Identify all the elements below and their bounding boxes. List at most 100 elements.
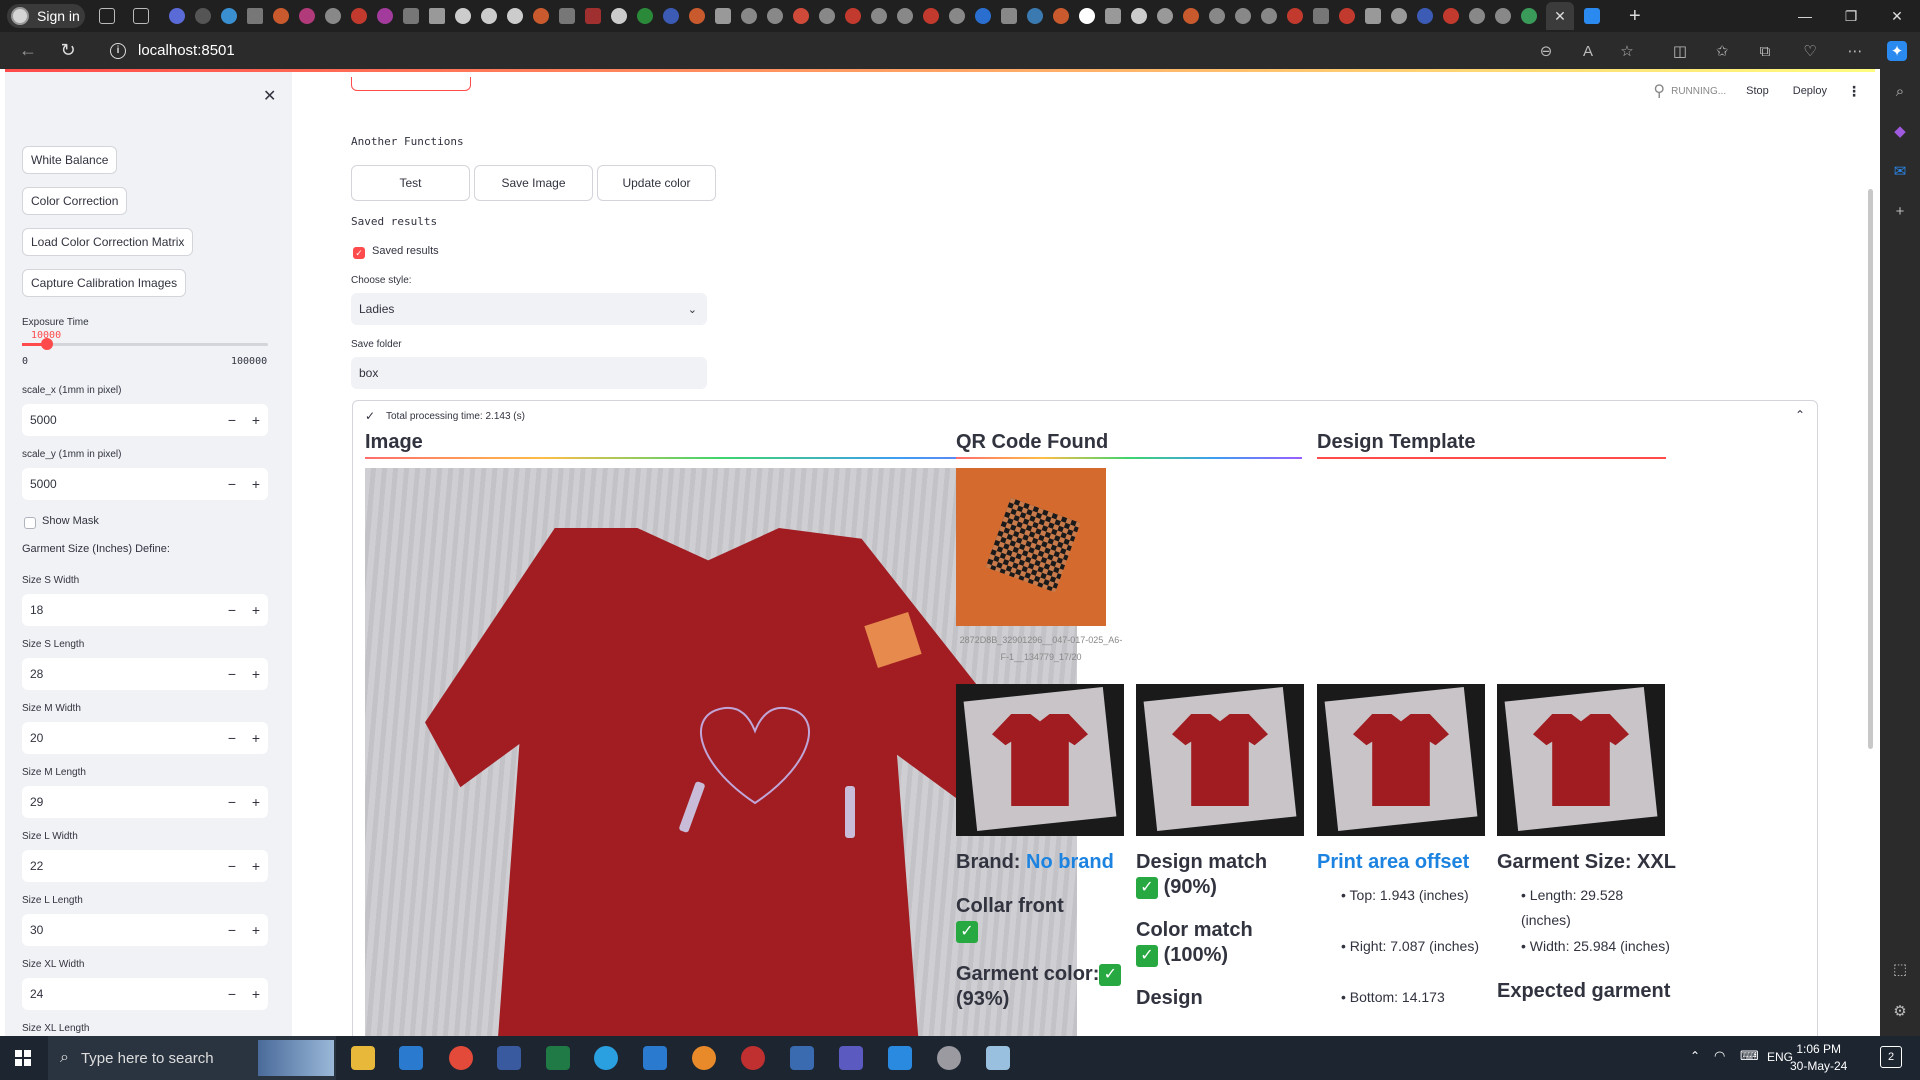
load-color-correction-matrix-button[interactable]: Load Color Correction Matrix: [22, 228, 194, 256]
stop-button[interactable]: Stop: [1746, 85, 1769, 97]
size-xl-width-input[interactable]: 24 − +: [22, 978, 268, 1010]
tab-favicon[interactable]: [1313, 8, 1329, 24]
tab-favicon[interactable]: [1183, 8, 1199, 24]
deploy-button[interactable]: Deploy: [1793, 85, 1827, 97]
scale-x-input[interactable]: 5000 − +: [22, 404, 268, 436]
tab-favicon[interactable]: [273, 8, 289, 24]
tab-favicon[interactable]: [1001, 8, 1017, 24]
github-icon[interactable]: [611, 8, 627, 24]
restore-icon[interactable]: ❐: [1828, 0, 1874, 32]
wordpress-icon[interactable]: [1417, 8, 1433, 24]
scale-y-input[interactable]: 5000 − +: [22, 468, 268, 500]
tab-favicon[interactable]: [1287, 8, 1303, 24]
color-correction-button[interactable]: Color Correction: [22, 187, 128, 215]
tab-favicon[interactable]: [923, 8, 939, 24]
processing-time-label[interactable]: Total processing time: 2.143 (s): [386, 411, 525, 422]
main-menu-icon[interactable]: ⋮: [1847, 83, 1861, 100]
tab-favicon[interactable]: [351, 8, 367, 24]
edge-icon[interactable]: [594, 1046, 618, 1070]
tab-favicon[interactable]: [429, 8, 445, 24]
tab-favicon[interactable]: [1261, 8, 1277, 24]
tray-chevron-up-icon[interactable]: ⌃: [1690, 1049, 1700, 1063]
tab-favicon[interactable]: [1339, 8, 1355, 24]
tab-favicon[interactable]: [793, 8, 809, 24]
refresh-icon[interactable]: ↻: [52, 35, 84, 67]
back-icon[interactable]: ←: [12, 35, 44, 67]
decrement-icon[interactable]: −: [220, 858, 244, 874]
decrement-icon[interactable]: −: [220, 730, 244, 746]
tab-favicon[interactable]: [1157, 8, 1173, 24]
scale-y-value[interactable]: 5000: [22, 477, 220, 491]
size-value[interactable]: 30: [22, 923, 220, 937]
teams-icon[interactable]: [839, 1046, 863, 1070]
tab-favicon[interactable]: [689, 8, 705, 24]
tab-favicon[interactable]: [1365, 8, 1381, 24]
tab-favicon[interactable]: [1469, 8, 1485, 24]
app-icon[interactable]: [937, 1046, 961, 1070]
size-l-length-input[interactable]: 30 − +: [22, 914, 268, 946]
increment-icon[interactable]: +: [244, 666, 268, 682]
close-tab-icon[interactable]: ✕: [1554, 8, 1566, 25]
tab-favicon[interactable]: [845, 8, 861, 24]
tab-favicon[interactable]: [1584, 8, 1600, 24]
app-icon[interactable]: [790, 1046, 814, 1070]
github-icon[interactable]: [455, 8, 471, 24]
slider-thumb[interactable]: [40, 338, 53, 350]
github-icon[interactable]: [481, 8, 497, 24]
close-sidebar-icon[interactable]: ✕: [263, 86, 276, 106]
tab-favicon[interactable]: [871, 8, 887, 24]
show-mask-checkbox[interactable]: [24, 517, 36, 529]
more-icon[interactable]: ⋯: [1845, 41, 1865, 61]
tab-favicon[interactable]: [1105, 8, 1121, 24]
github-icon[interactable]: [1131, 8, 1147, 24]
minimize-icon[interactable]: —: [1782, 0, 1828, 32]
test-button[interactable]: Test: [351, 165, 470, 201]
collections-icon[interactable]: ⧉: [1755, 41, 1775, 61]
tab-favicon[interactable]: [741, 8, 757, 24]
size-value[interactable]: 29: [22, 795, 220, 809]
increment-icon[interactable]: +: [244, 602, 268, 618]
wifi-icon[interactable]: ◠: [1714, 1048, 1725, 1064]
size-value[interactable]: 20: [22, 731, 220, 745]
tab-favicon[interactable]: [559, 8, 575, 24]
tab-favicon[interactable]: [403, 8, 419, 24]
app-icon[interactable]: [888, 1046, 912, 1070]
url-field[interactable]: i localhost:8501: [110, 42, 235, 59]
decrement-icon[interactable]: −: [220, 986, 244, 1002]
tab-favicon[interactable]: [247, 8, 263, 24]
increment-icon[interactable]: +: [244, 794, 268, 810]
tab-favicon[interactable]: [949, 8, 965, 24]
tab-favicon[interactable]: [221, 8, 237, 24]
save-image-button[interactable]: Save Image: [474, 165, 593, 201]
tab-favicon[interactable]: [819, 8, 835, 24]
tab-favicon[interactable]: [299, 8, 315, 24]
size-value[interactable]: 28: [22, 667, 220, 681]
decrement-icon[interactable]: −: [220, 476, 244, 492]
profile-signin-button[interactable]: Sign in: [7, 4, 85, 28]
save-folder-input[interactable]: box: [351, 357, 707, 389]
tab-favicon[interactable]: [715, 8, 731, 24]
size-m-length-input[interactable]: 29 − +: [22, 786, 268, 818]
clipped-button[interactable]: [351, 77, 471, 91]
size-value[interactable]: 24: [22, 987, 220, 1001]
tab-favicon[interactable]: [767, 8, 783, 24]
tab-favicon[interactable]: [1495, 8, 1511, 24]
github-icon[interactable]: [507, 8, 523, 24]
copilot-side-icon[interactable]: ◆: [1890, 121, 1910, 141]
increment-icon[interactable]: +: [244, 730, 268, 746]
update-color-button[interactable]: Update color: [597, 165, 716, 201]
increment-icon[interactable]: +: [244, 412, 268, 428]
size-l-width-input[interactable]: 22 − +: [22, 850, 268, 882]
tab-favicon[interactable]: [533, 8, 549, 24]
tab-favicon[interactable]: [1235, 8, 1251, 24]
keyboard-icon[interactable]: ⌨: [1740, 1048, 1759, 1064]
tab-actions-icon[interactable]: [133, 8, 149, 24]
chrome-icon[interactable]: [449, 1046, 473, 1070]
split-screen-icon[interactable]: ◫: [1670, 41, 1690, 61]
app-icon[interactable]: [497, 1046, 521, 1070]
decrement-icon[interactable]: −: [220, 412, 244, 428]
file-explorer-icon[interactable]: [351, 1046, 375, 1070]
tab-favicon[interactable]: [377, 8, 393, 24]
gear-icon[interactable]: ⚙: [1890, 1001, 1910, 1021]
tab-favicon[interactable]: [637, 8, 653, 24]
